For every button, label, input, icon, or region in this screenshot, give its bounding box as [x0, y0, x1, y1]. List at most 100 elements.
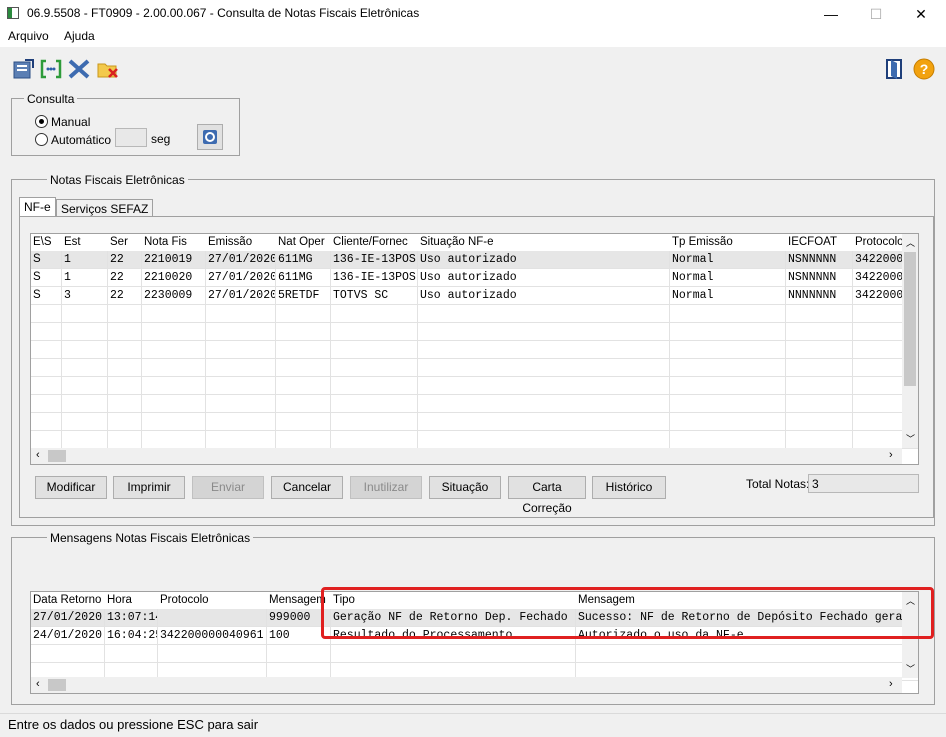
tab-nfe[interactable]: NF-e	[19, 197, 56, 217]
nfe-cell[interactable]	[31, 305, 62, 323]
nfe-cell[interactable]: S	[31, 251, 62, 269]
nfe-cell[interactable]	[108, 395, 142, 413]
nfe-cell[interactable]: 2210020	[142, 269, 206, 287]
nfe-cell[interactable]	[331, 359, 418, 377]
nfe-header[interactable]: Situação NF-e	[418, 234, 670, 251]
imprimir-button[interactable]: Imprimir	[113, 476, 185, 499]
nfe-cell[interactable]	[331, 341, 418, 359]
msg-cell[interactable]: 24/01/2020	[31, 627, 105, 645]
nfe-vertical-scrollbar[interactable]: ︿ ﹀	[902, 234, 918, 448]
nfe-cell[interactable]	[142, 431, 206, 449]
refresh-button[interactable]	[197, 124, 223, 150]
nfe-cell[interactable]	[62, 323, 108, 341]
nfe-cell[interactable]	[786, 413, 853, 431]
nfe-cell[interactable]	[276, 395, 331, 413]
excel-icon[interactable]	[67, 58, 91, 80]
nfe-cell[interactable]: Normal	[670, 269, 786, 287]
nfe-cell[interactable]	[142, 413, 206, 431]
menu-arquivo[interactable]: Arquivo	[8, 29, 49, 43]
scroll-left-icon[interactable]: ‹	[36, 449, 40, 461]
msg-cell[interactable]	[158, 609, 267, 627]
nfe-cell[interactable]	[331, 305, 418, 323]
nfe-cell[interactable]	[62, 341, 108, 359]
nfe-cell[interactable]	[142, 341, 206, 359]
nfe-cell[interactable]	[31, 413, 62, 431]
msg-cell[interactable]	[158, 645, 267, 663]
nfe-cell[interactable]	[142, 323, 206, 341]
close-button[interactable]: ✕	[898, 0, 944, 28]
inutilizar-button[interactable]: Inutilizar	[350, 476, 422, 499]
nfe-cell[interactable]	[786, 323, 853, 341]
nfe-cell[interactable]: 2230009	[142, 287, 206, 305]
msg-cell[interactable]: 16:04:25	[105, 627, 158, 645]
help-icon[interactable]: ?	[912, 58, 936, 80]
hscroll-thumb[interactable]	[48, 450, 66, 462]
nfe-cell[interactable]	[418, 341, 670, 359]
msg-cell[interactable]: 342200000040961	[158, 627, 267, 645]
nfe-cell[interactable]	[108, 341, 142, 359]
nfe-header[interactable]: IECFOAT	[786, 234, 853, 251]
nfe-cell[interactable]	[108, 359, 142, 377]
nfe-header[interactable]: Emissão	[206, 234, 276, 251]
nfe-cell[interactable]	[670, 341, 786, 359]
nfe-cell[interactable]	[31, 341, 62, 359]
nfe-cell[interactable]	[108, 305, 142, 323]
folder-delete-icon[interactable]	[96, 58, 120, 80]
nfe-header[interactable]: E\S	[31, 234, 62, 251]
modificar-button[interactable]: Modificar	[35, 476, 107, 499]
nfe-cell[interactable]	[62, 395, 108, 413]
nfe-cell[interactable]	[331, 431, 418, 449]
nfe-cell[interactable]	[108, 323, 142, 341]
nfe-cell[interactable]	[31, 431, 62, 449]
enviar-button[interactable]: Enviar	[192, 476, 264, 499]
nfe-cell[interactable]	[142, 377, 206, 395]
nfe-cell[interactable]	[62, 413, 108, 431]
nfe-cell[interactable]	[206, 341, 276, 359]
nfe-cell[interactable]: NSNNNNN	[786, 269, 853, 287]
scroll-thumb[interactable]	[904, 252, 916, 386]
nfe-cell[interactable]	[108, 377, 142, 395]
nfe-cell[interactable]: 22	[108, 287, 142, 305]
nfe-cell[interactable]: 1	[62, 269, 108, 287]
nfe-cell[interactable]: 611MG	[276, 269, 331, 287]
nfe-cell[interactable]: TOTVS SC	[331, 287, 418, 305]
nfe-cell[interactable]	[418, 395, 670, 413]
nfe-cell[interactable]	[31, 323, 62, 341]
nfe-cell[interactable]: 5RETDF	[276, 287, 331, 305]
historico-button[interactable]: Histórico	[592, 476, 666, 499]
nfe-cell[interactable]: 2210019	[142, 251, 206, 269]
nfe-cell[interactable]	[31, 377, 62, 395]
nfe-cell[interactable]	[31, 395, 62, 413]
nfe-cell[interactable]	[206, 431, 276, 449]
nfe-cell[interactable]: 27/01/2020	[206, 287, 276, 305]
nfe-cell[interactable]: Normal	[670, 251, 786, 269]
situacao-button[interactable]: Situação	[429, 476, 501, 499]
nfe-cell[interactable]	[786, 431, 853, 449]
msg-scroll-down-icon[interactable]: ﹀	[906, 662, 915, 675]
nfe-cell[interactable]	[276, 431, 331, 449]
msg-hscroll-thumb[interactable]	[48, 679, 66, 691]
msg-header[interactable]: Data Retorno	[31, 592, 105, 609]
nfe-cell[interactable]	[276, 359, 331, 377]
exit-door-icon[interactable]	[883, 58, 907, 80]
msg-cell[interactable]	[576, 645, 918, 663]
nfe-cell[interactable]: S	[31, 269, 62, 287]
msg-cell[interactable]	[31, 645, 105, 663]
maximize-button[interactable]: ☐	[853, 0, 899, 28]
menu-ajuda[interactable]: Ajuda	[64, 29, 95, 43]
nfe-cell[interactable]	[418, 305, 670, 323]
nfe-cell[interactable]	[670, 431, 786, 449]
nfe-cell[interactable]: 136-IE-13POS	[331, 269, 418, 287]
nfe-cell[interactable]	[331, 323, 418, 341]
nfe-cell[interactable]	[31, 359, 62, 377]
nfe-cell[interactable]	[331, 395, 418, 413]
msg-scroll-right-icon[interactable]: ›	[889, 678, 893, 690]
msg-cell[interactable]	[267, 645, 331, 663]
nfe-cell[interactable]	[142, 359, 206, 377]
nfe-cell[interactable]	[786, 377, 853, 395]
nfe-cell[interactable]: 3	[62, 287, 108, 305]
nfe-cell[interactable]: Uso autorizado	[418, 287, 670, 305]
nfe-header[interactable]: Cliente/Fornec	[331, 234, 418, 251]
nfe-cell[interactable]	[206, 395, 276, 413]
nfe-cell[interactable]: 611MG	[276, 251, 331, 269]
